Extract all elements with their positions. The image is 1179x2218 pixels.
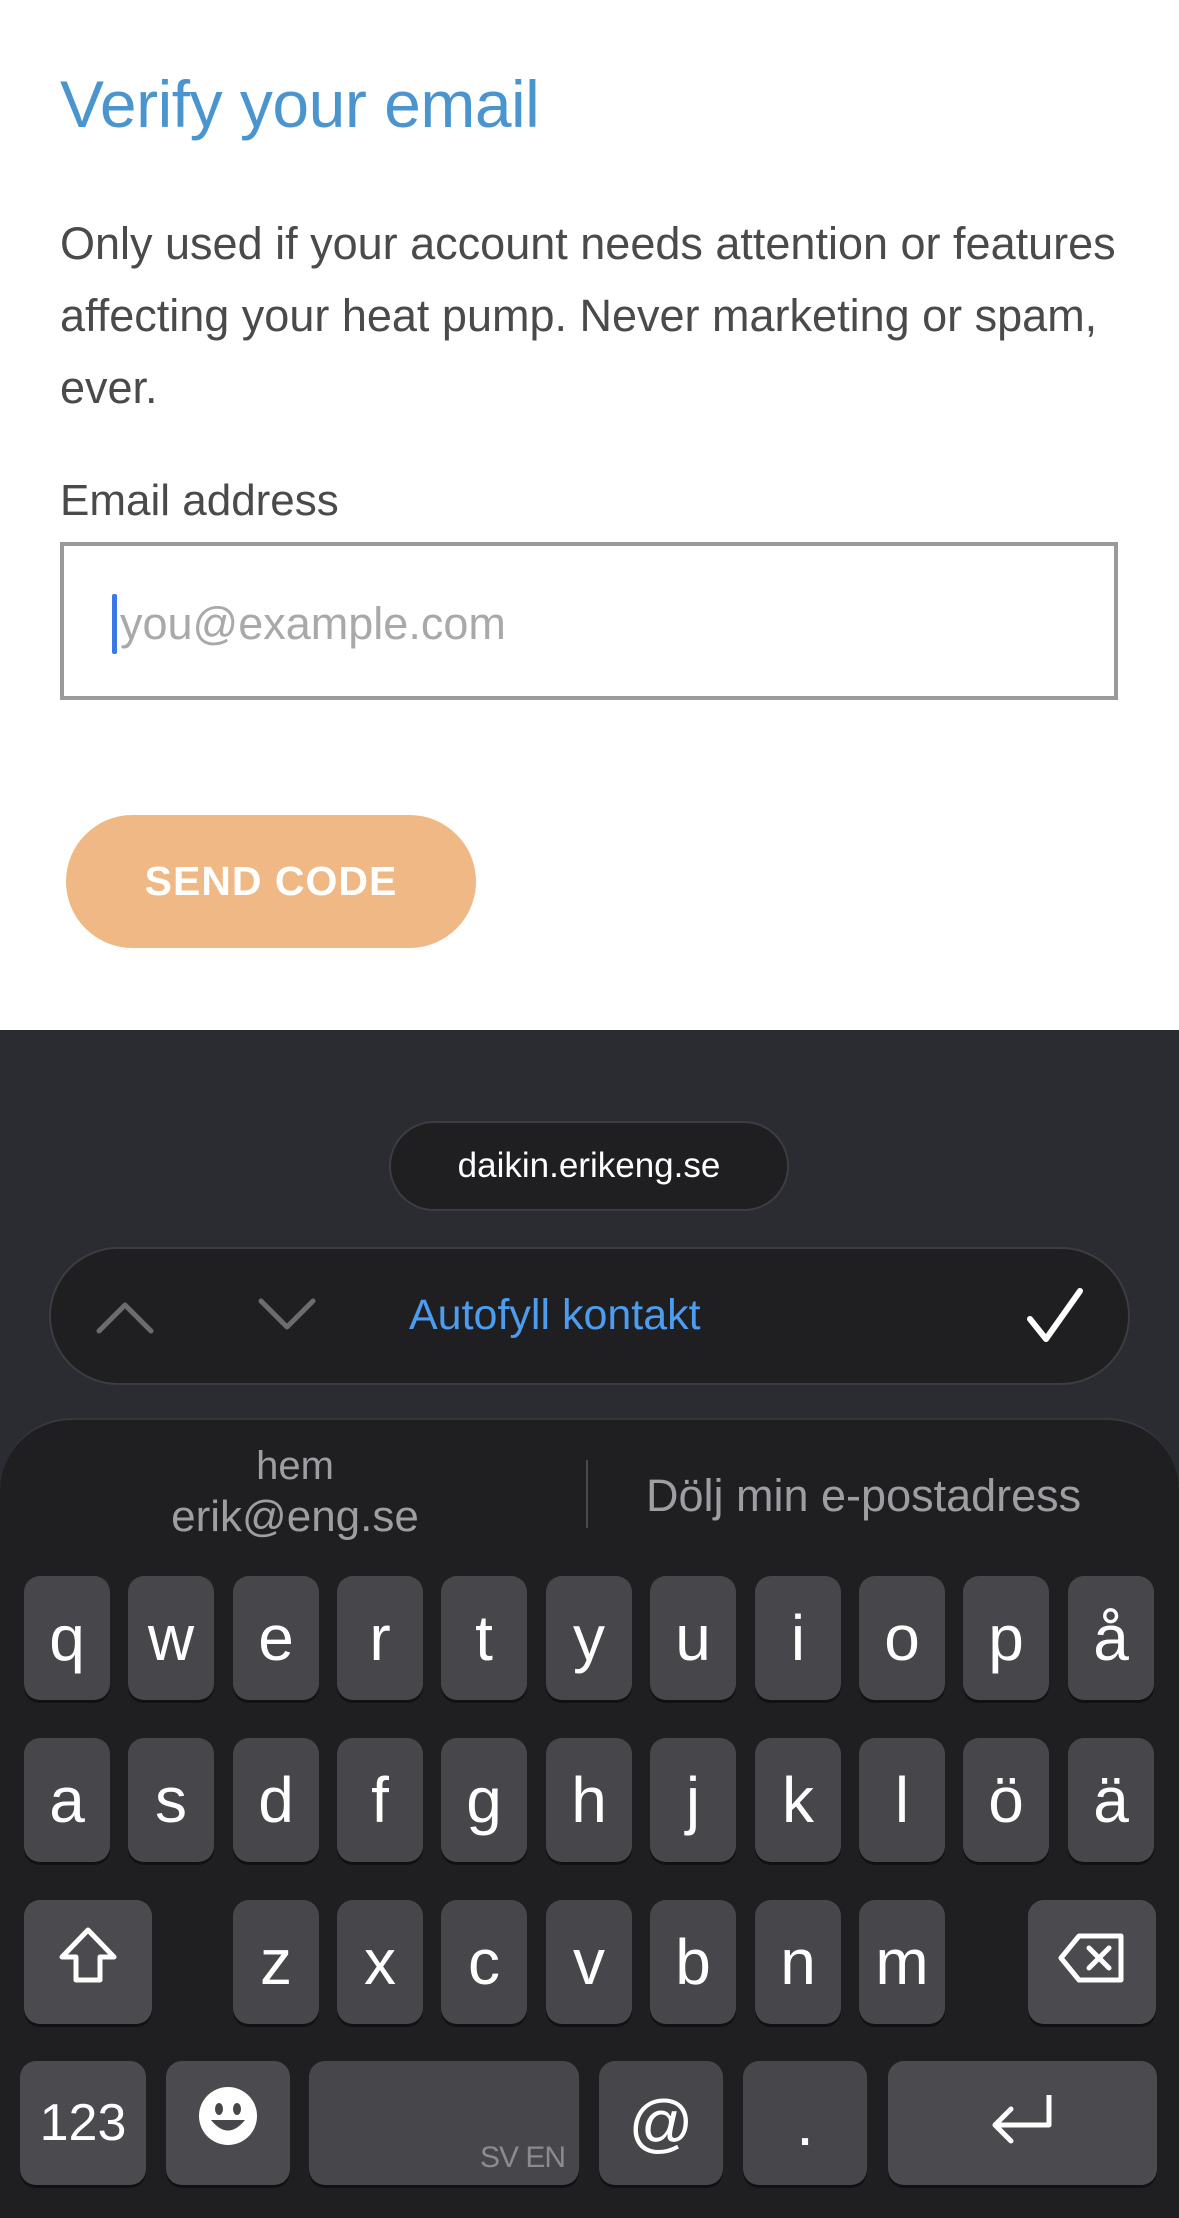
- checkmark-icon[interactable]: [1024, 1285, 1086, 1352]
- key-k[interactable]: k: [755, 1738, 841, 1862]
- emoji-key[interactable]: [166, 2061, 290, 2185]
- email-label: Email address: [60, 476, 339, 525]
- verify-email-page: Verify your email Only used if your acco…: [0, 0, 1179, 1030]
- key-w[interactable]: w: [128, 1576, 214, 1700]
- emoji-icon: [197, 2085, 259, 2162]
- key-i[interactable]: i: [755, 1576, 841, 1700]
- key-e[interactable]: e: [233, 1576, 319, 1700]
- key-aa[interactable]: å: [1068, 1576, 1154, 1700]
- backspace-key[interactable]: [1028, 1900, 1156, 2024]
- key-o[interactable]: o: [859, 1576, 945, 1700]
- chevron-down-icon[interactable]: [257, 1289, 317, 1346]
- key-z[interactable]: z: [233, 1900, 319, 2024]
- suggestion-hide-email[interactable]: Dölj min e-postadress: [646, 1470, 1081, 1522]
- key-q[interactable]: q: [24, 1576, 110, 1700]
- suggestion-email[interactable]: hem erik@eng.se: [60, 1442, 530, 1544]
- suggestion-divider: [586, 1460, 588, 1528]
- key-ae[interactable]: ä: [1068, 1738, 1154, 1862]
- return-key[interactable]: [888, 2061, 1157, 2185]
- key-b[interactable]: b: [650, 1900, 736, 2024]
- text-caret: [112, 594, 117, 654]
- at-key[interactable]: @: [599, 2061, 723, 2185]
- return-icon: [987, 2086, 1059, 2160]
- autofill-bar: Autofyll kontakt: [49, 1247, 1130, 1385]
- key-u[interactable]: u: [650, 1576, 736, 1700]
- chevron-up-icon[interactable]: [95, 1289, 155, 1346]
- key-p[interactable]: p: [963, 1576, 1049, 1700]
- domain-pill: daikin.erikeng.se: [389, 1121, 789, 1211]
- send-code-button[interactable]: SEND CODE: [66, 815, 476, 948]
- email-placeholder: you@example.com: [120, 598, 506, 649]
- email-field[interactable]: you@example.com: [60, 542, 1118, 700]
- key-d[interactable]: d: [233, 1738, 319, 1862]
- key-v[interactable]: v: [546, 1900, 632, 2024]
- shift-key[interactable]: [24, 1900, 152, 2024]
- key-a[interactable]: a: [24, 1738, 110, 1862]
- backspace-icon: [1057, 1925, 1127, 1999]
- key-t[interactable]: t: [441, 1576, 527, 1700]
- suggestion-email-value: erik@eng.se: [171, 1492, 419, 1541]
- autofill-contact-button[interactable]: Autofyll kontakt: [409, 1291, 701, 1340]
- key-l[interactable]: l: [859, 1738, 945, 1862]
- key-s[interactable]: s: [128, 1738, 214, 1862]
- dot-key[interactable]: .: [743, 2061, 867, 2185]
- key-c[interactable]: c: [441, 1900, 527, 2024]
- key-r[interactable]: r: [337, 1576, 423, 1700]
- space-key[interactable]: SV EN: [309, 2061, 579, 2185]
- key-y[interactable]: y: [546, 1576, 632, 1700]
- page-description: Only used if your account needs attentio…: [60, 218, 1116, 413]
- key-oe[interactable]: ö: [963, 1738, 1049, 1862]
- page-title: Verify your email: [60, 67, 540, 141]
- numbers-key[interactable]: 123: [20, 2061, 146, 2185]
- key-g[interactable]: g: [441, 1738, 527, 1862]
- shift-icon: [56, 1925, 120, 2000]
- key-h[interactable]: h: [546, 1738, 632, 1862]
- suggestion-email-type: hem: [256, 1444, 334, 1488]
- key-j[interactable]: j: [650, 1738, 736, 1862]
- key-n[interactable]: n: [755, 1900, 841, 2024]
- space-language-label: SV EN: [479, 2141, 566, 2174]
- key-x[interactable]: x: [337, 1900, 423, 2024]
- key-m[interactable]: m: [859, 1900, 945, 2024]
- key-f[interactable]: f: [337, 1738, 423, 1862]
